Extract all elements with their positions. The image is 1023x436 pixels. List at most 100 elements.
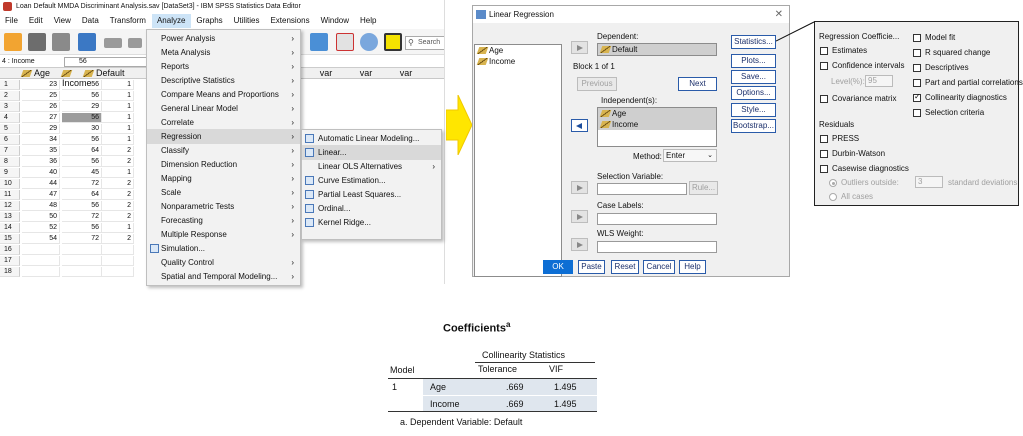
move-to-selection-button[interactable] bbox=[571, 181, 588, 194]
grid-icon[interactable] bbox=[310, 33, 328, 51]
row-number[interactable]: 13 bbox=[0, 212, 20, 222]
menu-edit[interactable]: Edit bbox=[24, 14, 49, 28]
analyze-menu-item[interactable]: Scale › bbox=[147, 185, 300, 200]
menu-help[interactable]: Help bbox=[355, 14, 382, 28]
menu-graphs[interactable]: Graphs bbox=[191, 14, 228, 28]
regression-menu-item[interactable]: Kernel Ridge... bbox=[302, 215, 441, 230]
independents-list[interactable]: Age Income bbox=[597, 107, 717, 147]
grid-cell[interactable]: 1 bbox=[102, 80, 134, 90]
all-cases-radio[interactable] bbox=[829, 193, 837, 201]
analyze-menu-item[interactable]: Reports › bbox=[147, 59, 300, 74]
grid-cell[interactable]: 30 bbox=[62, 124, 102, 134]
row-number[interactable]: 15 bbox=[0, 234, 20, 244]
grid-cell[interactable] bbox=[22, 245, 60, 255]
grid-cell[interactable]: 45 bbox=[62, 168, 102, 178]
selection-variable-field[interactable] bbox=[597, 183, 687, 195]
grid-cell[interactable]: 47 bbox=[22, 190, 60, 200]
menu-file[interactable]: File bbox=[0, 14, 24, 28]
grid-cell[interactable] bbox=[62, 256, 102, 266]
column-header[interactable]: var bbox=[346, 68, 386, 78]
cancel-button[interactable]: Cancel bbox=[643, 260, 675, 274]
grid-cell[interactable]: 2 bbox=[102, 234, 134, 244]
press-checkbox[interactable] bbox=[820, 135, 828, 143]
next-button[interactable]: Next bbox=[678, 77, 717, 91]
analyze-menu-item[interactable]: Forecasting › bbox=[147, 213, 300, 228]
ok-button[interactable]: OK bbox=[543, 260, 573, 274]
analyze-menu-item[interactable]: General Linear Model › bbox=[147, 101, 300, 116]
row-number[interactable]: 5 bbox=[0, 124, 20, 134]
menu-analyze[interactable]: Analyze bbox=[151, 14, 192, 28]
analyze-menu-item[interactable]: Correlate › bbox=[147, 115, 300, 130]
column-header[interactable]: Age bbox=[20, 68, 62, 78]
style-button[interactable]: Style... bbox=[731, 103, 776, 117]
independent-income[interactable]: Income bbox=[598, 119, 716, 130]
grid-cell[interactable]: 1 bbox=[102, 135, 134, 145]
menu-window[interactable]: Window bbox=[316, 14, 355, 28]
grid-cell[interactable]: 56 bbox=[62, 223, 102, 233]
grid-cell[interactable]: 72 bbox=[62, 179, 102, 189]
bootstrap-button[interactable]: Bootstrap... bbox=[731, 119, 776, 133]
grid-cell[interactable]: 44 bbox=[22, 179, 60, 189]
outliers-radio[interactable] bbox=[829, 179, 837, 187]
row-number[interactable]: 11 bbox=[0, 190, 20, 200]
grid-cell[interactable]: 72 bbox=[62, 212, 102, 222]
independent-age[interactable]: Age bbox=[598, 108, 716, 119]
grid-cell[interactable]: 34 bbox=[22, 135, 60, 145]
move-from-independents-button[interactable] bbox=[571, 119, 588, 132]
covariance-matrix-checkbox[interactable] bbox=[820, 95, 828, 103]
grid-cell[interactable]: 2 bbox=[102, 201, 134, 211]
r-squared-change-checkbox[interactable] bbox=[913, 49, 921, 57]
grid-cell[interactable]: 36 bbox=[22, 157, 60, 167]
grid-cell[interactable]: 64 bbox=[62, 190, 102, 200]
grid-cell[interactable]: 54 bbox=[22, 234, 60, 244]
row-number[interactable]: 2 bbox=[0, 91, 20, 101]
grid-cell[interactable]: 27 bbox=[22, 113, 60, 123]
analyze-menu-item[interactable]: Simulation... bbox=[147, 241, 300, 256]
plots-button[interactable]: Plots... bbox=[731, 54, 776, 68]
outliers-field[interactable]: 3 bbox=[915, 176, 943, 188]
analyze-menu-item[interactable]: Spatial and Temporal Modeling... › bbox=[147, 269, 300, 284]
row-number[interactable]: 17 bbox=[0, 256, 20, 266]
row-number[interactable]: 9 bbox=[0, 168, 20, 178]
split-file-icon[interactable] bbox=[384, 33, 402, 51]
grid-cell[interactable]: 1 bbox=[102, 168, 134, 178]
part-partial-correlations-checkbox[interactable] bbox=[913, 79, 921, 87]
case-labels-field[interactable] bbox=[597, 213, 717, 225]
grid-cell[interactable]: 23 bbox=[22, 80, 60, 90]
durbin-watson-checkbox[interactable] bbox=[820, 150, 828, 158]
analyze-menu-item[interactable]: Descriptive Statistics › bbox=[147, 73, 300, 88]
reset-button[interactable]: Reset bbox=[611, 260, 639, 274]
row-number[interactable]: 10 bbox=[0, 179, 20, 189]
analyze-menu-item[interactable]: Dimension Reduction › bbox=[147, 157, 300, 172]
grid-cell[interactable]: 2 bbox=[102, 157, 134, 167]
analyze-menu-item[interactable]: Regression › bbox=[147, 129, 300, 144]
move-to-dependent-button[interactable] bbox=[571, 41, 588, 54]
regression-menu-item[interactable]: Linear OLS Alternatives › bbox=[302, 159, 441, 174]
move-to-case-labels-button[interactable] bbox=[571, 210, 588, 223]
grid-cell[interactable]: 1 bbox=[102, 113, 134, 123]
grid-cell[interactable]: 2 bbox=[102, 190, 134, 200]
collinearity-diagnostics-checkbox[interactable] bbox=[913, 92, 921, 102]
wls-weight-field[interactable] bbox=[597, 241, 717, 253]
grid-cell[interactable]: 40 bbox=[22, 168, 60, 178]
undo-icon[interactable] bbox=[104, 38, 122, 48]
move-to-wls-button[interactable] bbox=[571, 238, 588, 251]
row-number[interactable]: 3 bbox=[0, 102, 20, 112]
grid-cell[interactable]: 56 bbox=[62, 80, 102, 90]
grid-cell[interactable] bbox=[22, 267, 60, 277]
analyze-menu-item[interactable]: Multiple Response › bbox=[147, 227, 300, 242]
help-button[interactable]: Help bbox=[679, 260, 706, 274]
rule-button[interactable]: Rule... bbox=[689, 181, 718, 195]
value-labels-icon[interactable] bbox=[336, 33, 354, 51]
variable-age[interactable]: Age bbox=[475, 45, 561, 56]
grid-cell[interactable] bbox=[22, 256, 60, 266]
grid-cell[interactable]: 35 bbox=[22, 146, 60, 156]
redo-icon[interactable] bbox=[128, 38, 142, 48]
grid-cell[interactable]: 1 bbox=[102, 91, 134, 101]
column-header[interactable]: var bbox=[306, 68, 346, 78]
grid-cell[interactable]: 26 bbox=[22, 102, 60, 112]
analyze-menu-item[interactable]: Meta Analysis › bbox=[147, 45, 300, 60]
grid-cell[interactable]: 50 bbox=[22, 212, 60, 222]
grid-cell[interactable]: 64 bbox=[62, 146, 102, 156]
descriptives-checkbox[interactable] bbox=[913, 64, 921, 72]
